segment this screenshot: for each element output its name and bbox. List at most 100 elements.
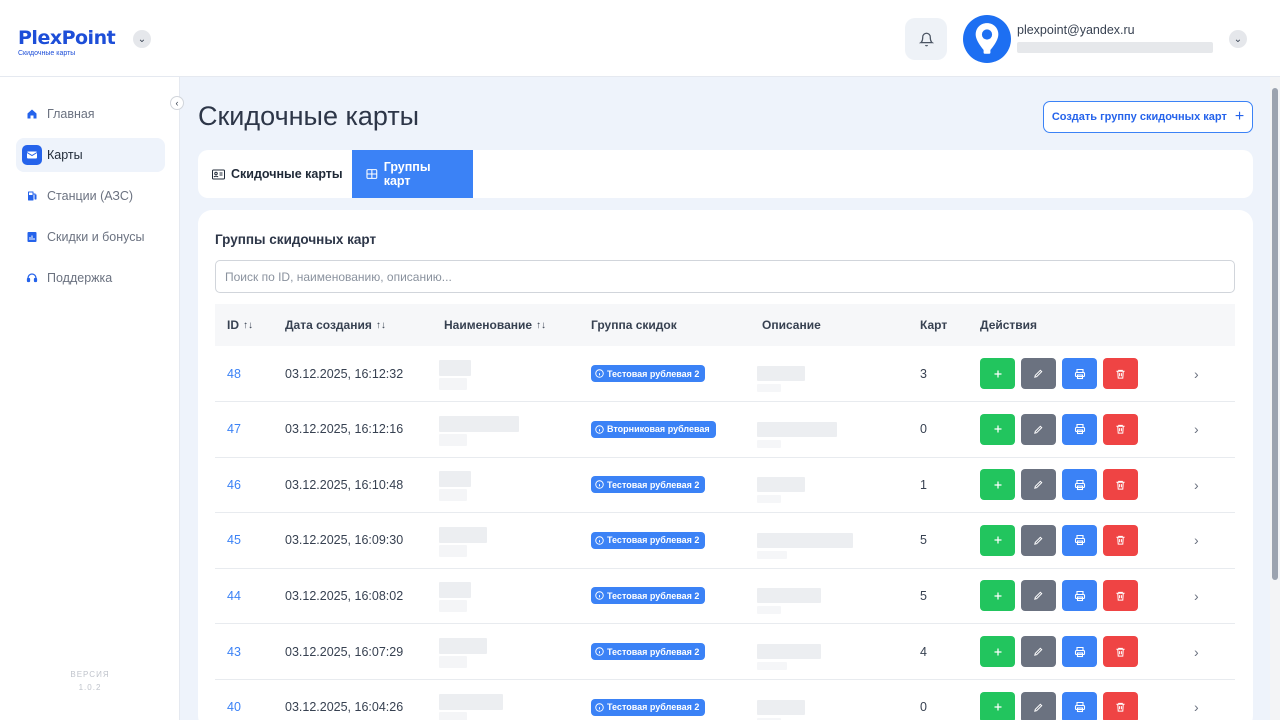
trash-icon (1116, 536, 1125, 545)
info-icon (595, 702, 604, 712)
user-menu-chevron-icon[interactable]: ⌄ (1229, 30, 1247, 48)
chevron-right-icon[interactable]: › (1194, 513, 1199, 568)
search-input[interactable] (215, 260, 1235, 293)
sidebar-item-cards[interactable]: Карты (16, 138, 165, 172)
table-row[interactable]: 46 03.12.2025, 16:10:48 Тестовая рублевая … (215, 457, 1235, 514)
print-button[interactable] (1062, 358, 1097, 389)
chevron-right-icon[interactable]: › (1194, 568, 1199, 623)
avatar[interactable] (963, 15, 1011, 63)
collapse-sidebar-icon[interactable]: ‹ (170, 96, 184, 110)
row-name-redacted (439, 433, 467, 446)
row-name-redacted (439, 526, 487, 543)
print-button[interactable] (1062, 580, 1097, 612)
sidebar-item-support[interactable]: Поддержка (16, 261, 165, 295)
edit-button[interactable] (1021, 469, 1056, 501)
delete-button[interactable] (1103, 691, 1138, 720)
table-row[interactable]: 47 03.12.2025, 16:12:16 Вторниковая рублев… (215, 402, 1235, 458)
plus-icon (994, 481, 1001, 489)
scrollbar-thumb[interactable] (1272, 88, 1278, 580)
plus-icon (994, 370, 1001, 377)
add-card-button[interactable] (980, 358, 1015, 389)
row-id-link[interactable]: 45 (227, 533, 241, 547)
delete-button[interactable] (1103, 524, 1138, 556)
chevron-down-icon[interactable]: ⌄ (133, 30, 151, 48)
sidebar-item-discounts[interactable]: Скидки и бонусы (16, 220, 165, 254)
add-card-button[interactable] (980, 580, 1015, 612)
print-button[interactable] (1062, 691, 1097, 720)
row-cards-count: 5 (920, 533, 927, 548)
chevron-right-icon[interactable]: › (1194, 346, 1199, 401)
row-cards-count: 0 (920, 422, 927, 437)
row-id-link[interactable]: 43 (227, 645, 241, 659)
sidebar-item-home[interactable]: Главная (16, 97, 165, 131)
row-id-link[interactable]: 46 (227, 478, 241, 492)
edit-button[interactable] (1021, 358, 1056, 389)
add-card-button[interactable] (980, 636, 1015, 667)
discount-group-badge: Тестовая рублевая 2 (591, 587, 706, 605)
column-created[interactable]: Дата создания ↑↓ (285, 304, 386, 346)
edit-button[interactable] (1021, 580, 1056, 612)
notifications-button[interactable] (905, 18, 947, 60)
chevron-right-icon[interactable]: › (1194, 680, 1199, 720)
badge-label: Тестовая рублевая 2 (607, 479, 700, 490)
row-id-link[interactable]: 40 (227, 700, 241, 714)
table-row[interactable]: 44 03.12.2025, 16:08:02 Тестовая рублевая … (215, 568, 1235, 625)
sidebar-item-label: Поддержка (47, 271, 113, 285)
discount-group-badge: Тестовая рублевая 2 (591, 476, 706, 494)
chevron-right-icon[interactable]: › (1194, 457, 1199, 512)
print-button[interactable] (1062, 524, 1097, 556)
print-button[interactable] (1062, 636, 1097, 667)
delete-button[interactable] (1103, 580, 1138, 612)
row-id-link[interactable]: 47 (227, 422, 241, 436)
edit-button[interactable] (1021, 636, 1056, 667)
location-pin-icon (975, 23, 999, 54)
edit-button[interactable] (1021, 413, 1056, 445)
row-cards-count: 0 (920, 700, 927, 715)
row-id-link[interactable]: 48 (227, 367, 241, 381)
row-created: 03.12.2025, 16:04:26 (285, 700, 404, 715)
create-card-group-button[interactable]: Создать группу скидочных карт + (1043, 101, 1253, 133)
row-created: 03.12.2025, 16:07:29 (285, 644, 404, 659)
tab-card-groups[interactable]: Группы карт (352, 150, 473, 198)
tab-discount-cards[interactable]: Скидочные карты (198, 150, 357, 198)
row-cards-count: 3 (920, 366, 927, 381)
add-card-button[interactable] (980, 469, 1015, 501)
table-row[interactable]: 43 03.12.2025, 16:07:29 Тестовая рублевая … (215, 624, 1235, 680)
add-card-button[interactable] (980, 413, 1015, 445)
logo-subtitle: Скидочные карты (18, 50, 76, 57)
edit-button[interactable] (1021, 524, 1056, 556)
row-description-redacted (757, 644, 821, 659)
add-card-button[interactable] (980, 524, 1015, 556)
chevron-right-icon[interactable]: › (1194, 402, 1199, 457)
table-row[interactable]: 48 03.12.2025, 16:12:32 Тестовая рублевая … (215, 346, 1235, 402)
delete-button[interactable] (1103, 469, 1138, 501)
chevron-right-icon[interactable]: › (1194, 624, 1199, 679)
plus-icon (994, 703, 1001, 711)
table-row[interactable]: 40 03.12.2025, 16:04:26 Тестовая рублевая … (215, 680, 1235, 720)
row-created: 03.12.2025, 16:12:32 (285, 366, 404, 381)
delete-button[interactable] (1103, 413, 1138, 445)
user-subtitle-redacted (1017, 42, 1213, 53)
logo[interactable]: PlexPoint Скидочные карты (18, 28, 116, 57)
printer-icon (1074, 646, 1085, 657)
column-id[interactable]: ID ↑↓ (227, 304, 253, 346)
row-created: 03.12.2025, 16:10:48 (285, 477, 404, 492)
row-description-redacted (757, 477, 805, 493)
add-card-button[interactable] (980, 691, 1015, 720)
delete-button[interactable] (1103, 358, 1138, 389)
plus-icon (994, 648, 1001, 655)
sidebar-item-stations[interactable]: Станции (АЗС) (16, 179, 165, 213)
column-name[interactable]: Наименование ↑↓ (444, 304, 546, 346)
print-button[interactable] (1062, 413, 1097, 445)
printer-icon (1074, 590, 1085, 601)
pencil-icon (1034, 591, 1043, 601)
delete-button[interactable] (1103, 636, 1138, 667)
table-row[interactable]: 45 03.12.2025, 16:09:30 Тестовая рублевая … (215, 513, 1235, 569)
info-icon (595, 591, 604, 601)
tab-label: Скидочные карты (231, 167, 343, 181)
sidebar-item-label: Главная (47, 107, 95, 121)
print-button[interactable] (1062, 469, 1097, 501)
edit-button[interactable] (1021, 691, 1056, 720)
row-name-redacted (439, 378, 467, 390)
row-id-link[interactable]: 44 (227, 589, 241, 603)
